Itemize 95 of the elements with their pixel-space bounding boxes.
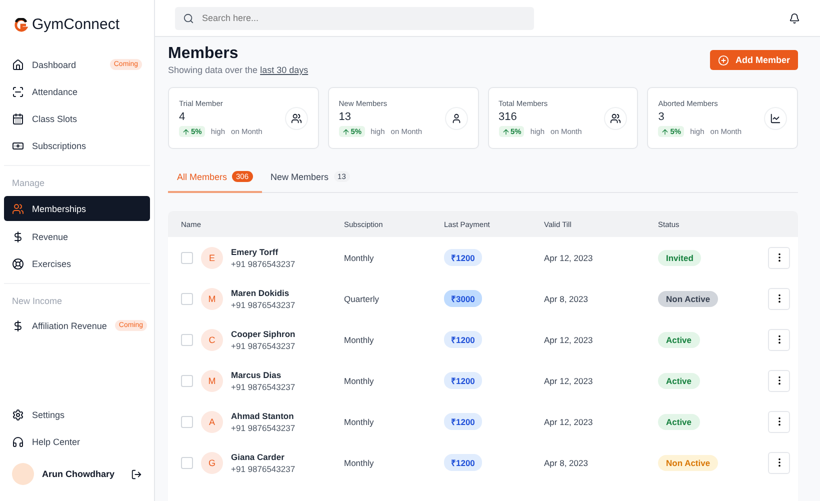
page-title: Members [168,45,240,63]
more-options-button[interactable] [768,288,790,310]
stat-icon [764,106,787,130]
nav-icon [12,112,24,124]
nav-icon [12,408,24,420]
more-options-button[interactable] [768,370,790,392]
section-heading: Manage [11,177,46,190]
payment-pill: ₹1200 [444,249,482,266]
notification-bell-icon[interactable] [789,12,800,24]
member-name: Ahmad Stanton [231,410,295,420]
subscription-cell-text: Quarterly [344,294,380,304]
nav-icon [12,230,24,242]
row-checkbox[interactable] [181,252,193,264]
plus-icon [718,54,730,66]
member-name: Maren Dokidis [231,288,290,298]
valid-till-cell-text: Apr 8, 2023 [544,458,589,468]
nav-item[interactable]: Exercises [4,250,150,277]
valid-till-cell-text: Apr 12, 2023 [544,334,594,344]
valid-till-cell-text: Apr 8, 2023 [544,294,589,304]
stat-icon [444,106,468,130]
date-range-link[interactable]: last 30 days [260,65,308,75]
nav-item[interactable]: Help Center [4,428,150,455]
valid-till-cell-text: Apr 12, 2023 [544,376,594,386]
logout-icon[interactable] [131,468,142,480]
app-name: GymConnect [32,16,120,33]
subscription-cell-text: Monthly [344,376,375,386]
row-checkbox[interactable] [181,292,193,304]
nav-icon [12,202,24,214]
payment-pill: ₹3000 [444,290,482,307]
logo-icon [14,18,28,32]
member-initial: G [201,452,223,474]
user-avatar [12,463,34,485]
payment-pill: ₹1200 [444,413,482,430]
row-checkbox[interactable] [181,456,193,468]
section-heading: New Income [11,295,64,308]
stat-icon [284,106,308,130]
payment-pill: ₹1200 [444,454,482,471]
valid-till-cell-text: Apr 12, 2023 [544,252,594,262]
member-initial: M [201,288,223,310]
add-member-button[interactable]: Add Member [710,50,798,70]
status-pill: Active [658,332,700,348]
nav-icon [12,86,24,98]
valid-till-cell-text: Apr 12, 2023 [544,416,594,426]
member-name: Cooper Siphron [231,328,296,338]
member-initial: C [201,328,223,350]
nav-item[interactable]: Subscriptions [4,132,150,159]
member-name: Giana Carder [231,452,286,462]
nav-icon [12,258,24,270]
member-initial: A [201,410,223,432]
row-checkbox[interactable] [181,374,193,386]
member-phone: +91 9876543237 [231,300,296,310]
stat-value: 13 [338,111,352,123]
stat-value: 3 [658,111,666,123]
member-phone: +91 9876543237 [231,382,296,392]
user-name: Arun Chowdhary [42,469,116,479]
subscription-cell-text: Monthly [344,458,375,468]
nav-item[interactable]: Revenue [4,223,150,250]
status-pill: Invited [658,250,702,266]
page-subtitle: Showing data over the last 30 days [168,65,308,75]
more-options-button[interactable] [768,410,790,432]
member-phone: +91 9876543237 [231,340,296,350]
member-phone: +91 9876543237 [231,258,296,268]
nav-icon [12,58,24,70]
member-phone: +91 9876543237 [231,464,296,474]
stat-icon [604,106,628,130]
row-checkbox[interactable] [181,334,193,346]
more-options-button[interactable] [768,246,790,268]
more-options-button[interactable] [768,328,790,350]
stat-value: 316 [498,111,518,123]
status-pill: Active [658,414,700,430]
nav-item[interactable]: Attendance [4,78,150,105]
nav-item[interactable]: Settings [4,401,150,428]
member-initial: M [201,370,223,392]
nav-icon [12,140,24,152]
search-field[interactable]: Search here... [175,6,534,30]
member-initial: E [201,246,223,268]
subscription-cell-text: Monthly [344,334,375,344]
nav-icon [12,436,24,448]
member-name: Emery Torff [231,246,280,256]
member-name: Marcus Dias [231,370,282,380]
nav-icon [12,320,24,332]
nav-item[interactable]: Memberships [4,196,150,221]
search-icon [183,12,194,24]
status-pill: Non Active [658,454,718,470]
stat-value: 4 [179,111,186,123]
subscription-cell-text: Monthly [344,252,375,262]
more-options-button[interactable] [768,452,790,474]
nav-item[interactable]: Class Slots [4,105,150,132]
payment-pill: ₹1200 [444,372,482,389]
member-phone: +91 9876543237 [231,422,296,432]
payment-pill: ₹1200 [444,331,482,348]
status-pill: Non Active [658,290,718,306]
row-checkbox[interactable] [181,416,193,428]
status-pill: Active [658,372,700,388]
subscription-cell-text: Monthly [344,416,375,426]
